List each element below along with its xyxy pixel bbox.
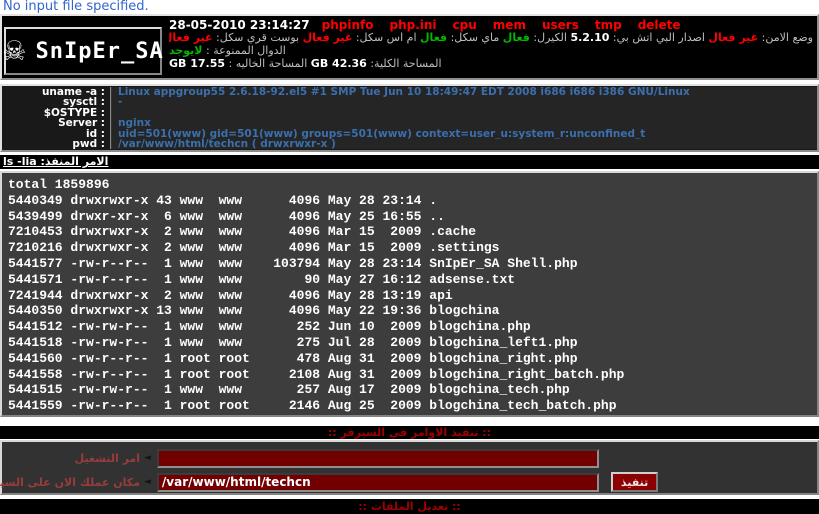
listing-line: 5441512 -rw-rw-r-- 1 www www 252 Jun 10 … [8, 319, 817, 335]
sysinfo-value-sysctl: - [112, 97, 817, 107]
postgres-value: غير فعال [169, 31, 213, 44]
listing-line: 5441577 -rw-r--r-- 1 www www 103794 May … [8, 256, 817, 272]
disk-total-label: المساحة الكلية: [367, 57, 442, 70]
listing-line: total 1859896 [8, 177, 817, 193]
disabled-functions-label: الدوال الممنوعة : [203, 44, 286, 57]
listing-line: 7210216 drwxrwxr-x 2 www www 4096 Mar 15… [8, 240, 817, 256]
curl-label: الكيرل: [530, 31, 571, 44]
working-directory-input[interactable] [157, 473, 599, 492]
listing-line: 5440350 drwxrwxr-x 13 www www 4096 May 2… [8, 303, 817, 319]
safe-mode-label: وضع الامن: [758, 31, 813, 44]
php-version-label: اصدار البي اتش بي: [609, 31, 708, 44]
listing-line: 5441559 -rw-r--r-- 1 root root 2146 Aug … [8, 398, 817, 414]
execute-button[interactable]: تنفيذ [611, 472, 658, 492]
nav-link-mem[interactable]: mem [493, 18, 526, 32]
nav-link-phpinfo[interactable]: phpinfo [322, 18, 374, 32]
file-listing-output: total 1859896 5440349 drwxrwxr-x 43 www … [0, 171, 819, 417]
nav-link-php-ini[interactable]: php.ini [389, 18, 436, 32]
sysinfo-label-pwd: pwd : [2, 139, 112, 149]
system-info-panel: uname -a : Linux appgroup55 2.6.18-92.el… [0, 84, 819, 152]
run-command-label: امر التشغيل [2, 452, 140, 465]
sysinfo-value-uname: Linux appgroup55 2.6.18-92.el5 #1 SMP Tu… [112, 87, 817, 97]
nav-link-cpu[interactable]: cpu [453, 18, 477, 32]
listing-line: 5441518 -rw-rw-r-- 1 www www 275 Jul 28 … [8, 335, 817, 351]
disabled-functions-row: الدوال الممنوعة : لايوجد [169, 44, 813, 57]
sysinfo-value-id: uid=501(www) gid=501(www) groups=501(www… [112, 129, 817, 139]
listing-line: 7210453 drwxrwxr-x 2 www www 4096 Mar 15… [8, 224, 817, 240]
header-info: 28-05-2010 23:14:27 phpinfo php.ini cpu mem u… [166, 16, 817, 78]
mysql-label: ماي سكل: [447, 31, 503, 44]
nav-link-tmp[interactable]: tmp [595, 18, 622, 32]
run-command-input[interactable] [157, 449, 599, 468]
header-nav-row: 28-05-2010 23:14:27 phpinfo php.ini cpu mem u… [169, 18, 813, 31]
working-directory-label: مكان عملك الان على السيرفر [2, 476, 140, 489]
sysinfo-value-server: nginx [112, 118, 817, 128]
shell-title: SnIpEr_SA [36, 39, 164, 64]
server-status-row: وضع الامن: غير فعال اصدار البي اتش بي: 5… [169, 31, 813, 44]
arrow-icon: ◄ [144, 478, 151, 487]
mysql-value: فعال [420, 31, 447, 44]
disk-total-value: GB 42.36 [311, 57, 367, 70]
skull-icon: ☠ [2, 38, 26, 65]
listing-line: 5441515 -rw-rw-r-- 1 www www 257 Aug 17 … [8, 382, 817, 398]
curl-value: فعال [503, 31, 530, 44]
safe-mode-value: غير فعال [708, 31, 758, 44]
mssql-value: غير فعال [303, 31, 353, 44]
shell-header: ☠ SnIpEr_SA 28-05-2010 23:14:27 phpinfo ph… [0, 14, 819, 80]
listing-line: 7241944 drwxrwxr-x 2 www www 4096 May 28… [8, 288, 817, 304]
datetime: 28-05-2010 23:14:27 [169, 18, 310, 32]
sysinfo-value-pwd: /var/www/html/techcn ( drwxrwxr-x ) [112, 139, 817, 149]
run-command-row: امر التشغيل ◄ [2, 446, 817, 470]
listing-line: 5441571 -rw-r--r-- 1 www www 90 May 27 1… [8, 272, 817, 288]
listing-line: 5440349 drwxrwxr-x 43 www www 4096 May 2… [8, 193, 817, 209]
arrow-icon: ◄ [144, 454, 151, 463]
listing-line: 5439499 drwxr-xr-x 6 www www 4096 May 25… [8, 209, 817, 225]
disk-free-value: GB 17.55 [169, 57, 225, 70]
command-form-panel: امر التشغيل ◄ مكان عملك الان على السيرفر… [0, 440, 819, 495]
php-version-value: 5.2.10 [570, 31, 609, 44]
shell-title-box: ☠ SnIpEr_SA [4, 27, 162, 75]
sysinfo-value-ostype [112, 108, 817, 118]
top-error-message: No input file specified. [0, 0, 819, 14]
mssql-label: ام اس سكل: [352, 31, 420, 44]
nav-link-users[interactable]: users [542, 18, 579, 32]
executed-command-bar: الامر المنفذ: ls -lia [0, 155, 819, 169]
listing-line: 5441558 -rw-r--r-- 1 root root 2108 Aug … [8, 367, 817, 383]
working-directory-row: مكان عملك الان على السيرفر ◄ تنفيذ [2, 470, 817, 494]
exec-section-header: :: تنفيذ الاوامر في السيرفر :: [0, 426, 819, 439]
disabled-functions-value: لايوجد [169, 44, 203, 57]
listing-line: 5441560 -rw-r--r-- 1 root root 478 Aug 3… [8, 351, 817, 367]
postgres-label: بوست قري سكل: [213, 31, 303, 44]
disk-space-row: المساحة الكلية: GB 42.36 المساحة الخاليه… [169, 57, 813, 70]
disk-free-label: المساحة الخاليه : [225, 57, 311, 70]
edit-files-section-header: :: تعديل الملفات :: [0, 499, 819, 514]
nav-link-delete[interactable]: delete [638, 18, 681, 32]
